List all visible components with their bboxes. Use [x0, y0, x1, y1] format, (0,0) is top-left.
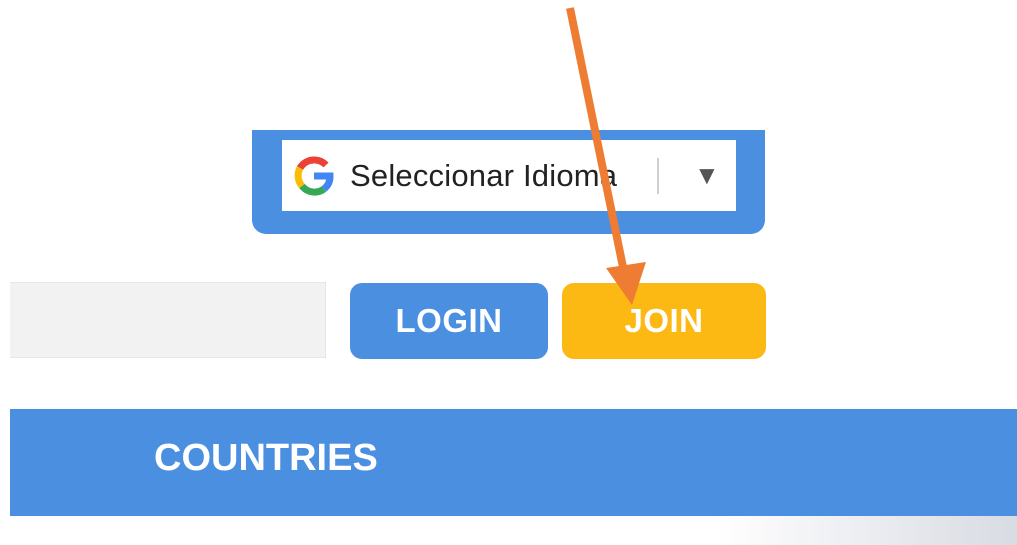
search-input[interactable]: [10, 282, 326, 358]
main-nav-bar: COUNTRIES: [10, 409, 1017, 516]
chevron-down-icon[interactable]: ▼: [694, 160, 720, 190]
join-button[interactable]: JOIN: [562, 283, 766, 359]
language-select[interactable]: Seleccionar Idioma ▼: [282, 140, 736, 211]
login-button[interactable]: LOGIN: [350, 283, 548, 359]
google-g-icon: [294, 155, 334, 196]
page-strip: [10, 516, 1017, 545]
language-select-label: Seleccionar Idioma: [350, 157, 618, 193]
select-divider: [657, 158, 659, 194]
nav-item-countries[interactable]: COUNTRIES: [154, 437, 378, 480]
